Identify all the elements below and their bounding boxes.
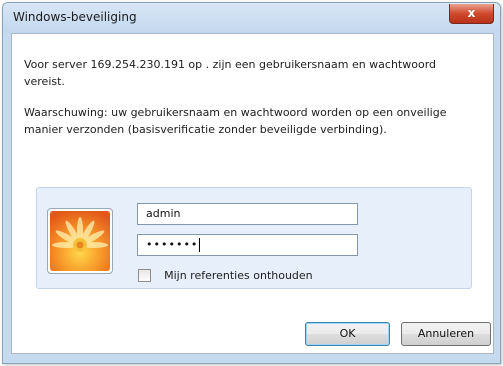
credential-tile: admin ••••••• Mijn referenties onthouden — [36, 187, 472, 289]
avatar — [47, 208, 113, 274]
ok-button[interactable]: OK — [305, 322, 390, 346]
cancel-button[interactable]: Annuleren — [401, 322, 491, 346]
dialog-content: Voor server 169.254.230.191 op . zijn ee… — [11, 33, 494, 354]
username-field[interactable]: admin — [137, 203, 358, 225]
password-field[interactable]: ••••••• — [137, 234, 358, 256]
text-caret — [199, 238, 201, 252]
security-dialog: Windows-beveiliging x Voor server 169.25… — [2, 2, 501, 364]
remember-checkbox[interactable] — [138, 269, 151, 282]
warning-message: Waarschuwing: uw gebruikersnaam en wacht… — [24, 106, 447, 136]
password-value: ••••••• — [146, 238, 199, 251]
close-icon: x — [467, 6, 476, 20]
close-button[interactable]: x — [449, 4, 494, 24]
remember-label[interactable]: Mijn referenties onthouden — [164, 269, 313, 282]
remember-credentials-row[interactable]: Mijn referenties onthouden — [138, 265, 313, 282]
title-bar[interactable]: Windows-beveiliging x — [3, 3, 500, 33]
server-message: Voor server 169.254.230.191 op . zijn ee… — [24, 58, 437, 88]
flower-user-tile-icon — [50, 211, 110, 271]
window-title: Windows-beveiliging — [13, 10, 137, 24]
